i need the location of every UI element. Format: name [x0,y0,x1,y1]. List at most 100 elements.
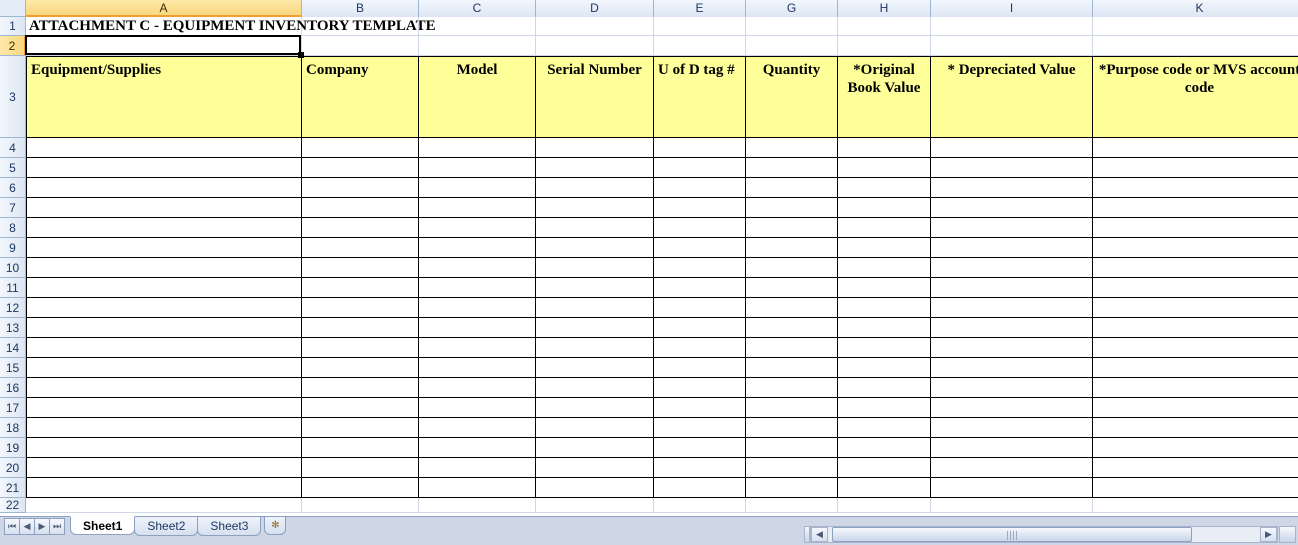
cell-I20[interactable] [931,458,1093,478]
cell-H10[interactable] [838,258,931,278]
cell-K3[interactable]: *Purpose code or MVS account code [1093,56,1298,138]
cell-I22[interactable] [931,498,1093,513]
cell-H17[interactable] [838,398,931,418]
cell-C13[interactable] [419,318,536,338]
cell-E12[interactable] [654,298,746,318]
cell-G16[interactable] [746,378,838,398]
cell-I17[interactable] [931,398,1093,418]
cell-A10[interactable] [26,258,302,278]
cell-E2[interactable] [654,36,746,56]
cell-G4[interactable] [746,138,838,158]
row-header-14[interactable]: 14 [0,338,26,358]
row-header-3[interactable]: 3 [0,56,26,138]
cell-E10[interactable] [654,258,746,278]
cell-I9[interactable] [931,238,1093,258]
cell-K6[interactable] [1093,178,1298,198]
cell-I15[interactable] [931,358,1093,378]
cell-I5[interactable] [931,158,1093,178]
row-header-22[interactable]: 22 [0,498,26,513]
cell-E6[interactable] [654,178,746,198]
cell-K8[interactable] [1093,218,1298,238]
cell-G21[interactable] [746,478,838,498]
cell-B15[interactable] [302,358,419,378]
cell-C21[interactable] [419,478,536,498]
new-sheet-button[interactable]: ✻ [264,517,286,535]
row-header-7[interactable]: 7 [0,198,26,218]
cell-I13[interactable] [931,318,1093,338]
cell-B3[interactable]: Company [302,56,419,138]
cell-G5[interactable] [746,158,838,178]
cell-H8[interactable] [838,218,931,238]
row-header-10[interactable]: 10 [0,258,26,278]
cell-A6[interactable] [26,178,302,198]
cell-A1[interactable]: ATTACHMENT C - EQUIPMENT INVENTORY TEMPL… [26,17,302,36]
cell-B4[interactable] [302,138,419,158]
row-header-19[interactable]: 19 [0,438,26,458]
cell-D16[interactable] [536,378,654,398]
row-header-13[interactable]: 13 [0,318,26,338]
cell-H5[interactable] [838,158,931,178]
cell-H19[interactable] [838,438,931,458]
tab-next-button[interactable]: ▶ [34,518,50,535]
sheet-tab-sheet2[interactable]: Sheet2 [134,517,198,536]
cell-D9[interactable] [536,238,654,258]
cell-D7[interactable] [536,198,654,218]
cell-I1[interactable] [931,17,1093,36]
cell-G3[interactable]: Quantity [746,56,838,138]
cell-D22[interactable] [536,498,654,513]
cell-B20[interactable] [302,458,419,478]
cell-D19[interactable] [536,438,654,458]
cell-D5[interactable] [536,158,654,178]
cell-I8[interactable] [931,218,1093,238]
cell-G19[interactable] [746,438,838,458]
cell-A13[interactable] [26,318,302,338]
cell-K18[interactable] [1093,418,1298,438]
column-header-H[interactable]: H [838,0,931,17]
cell-C9[interactable] [419,238,536,258]
cell-E21[interactable] [654,478,746,498]
cell-B6[interactable] [302,178,419,198]
cell-G2[interactable] [746,36,838,56]
cell-D3[interactable]: Serial Number [536,56,654,138]
cell-D13[interactable] [536,318,654,338]
cell-A9[interactable] [26,238,302,258]
cell-H7[interactable] [838,198,931,218]
cell-K15[interactable] [1093,358,1298,378]
cell-E20[interactable] [654,458,746,478]
cell-D10[interactable] [536,258,654,278]
cell-G13[interactable] [746,318,838,338]
cell-D8[interactable] [536,218,654,238]
sheet-tab-sheet1[interactable]: Sheet1 [70,516,135,535]
cell-B10[interactable] [302,258,419,278]
scroll-right-button[interactable]: ▶ [1260,527,1277,542]
cell-B19[interactable] [302,438,419,458]
cell-A15[interactable] [26,358,302,378]
cell-B1[interactable] [302,17,419,36]
cell-H4[interactable] [838,138,931,158]
row-header-20[interactable]: 20 [0,458,26,478]
cell-K16[interactable] [1093,378,1298,398]
tab-last-button[interactable]: ⏭ [49,518,65,535]
cell-E13[interactable] [654,318,746,338]
column-header-B[interactable]: B [302,0,419,17]
cell-A19[interactable] [26,438,302,458]
horizontal-scrollbar[interactable]: ◀ ▶ [810,526,1278,543]
cell-E3[interactable]: U of D tag # [654,56,746,138]
cell-C3[interactable]: Model [419,56,536,138]
cell-G17[interactable] [746,398,838,418]
cell-B7[interactable] [302,198,419,218]
cell-C2[interactable] [419,36,536,56]
cell-A11[interactable] [26,278,302,298]
cell-A20[interactable] [26,458,302,478]
cell-G1[interactable] [746,17,838,36]
cell-I18[interactable] [931,418,1093,438]
cell-B5[interactable] [302,158,419,178]
cell-B9[interactable] [302,238,419,258]
cell-B14[interactable] [302,338,419,358]
row-header-4[interactable]: 4 [0,138,26,158]
row-header-17[interactable]: 17 [0,398,26,418]
cell-H21[interactable] [838,478,931,498]
cell-G11[interactable] [746,278,838,298]
cell-I10[interactable] [931,258,1093,278]
cell-I14[interactable] [931,338,1093,358]
